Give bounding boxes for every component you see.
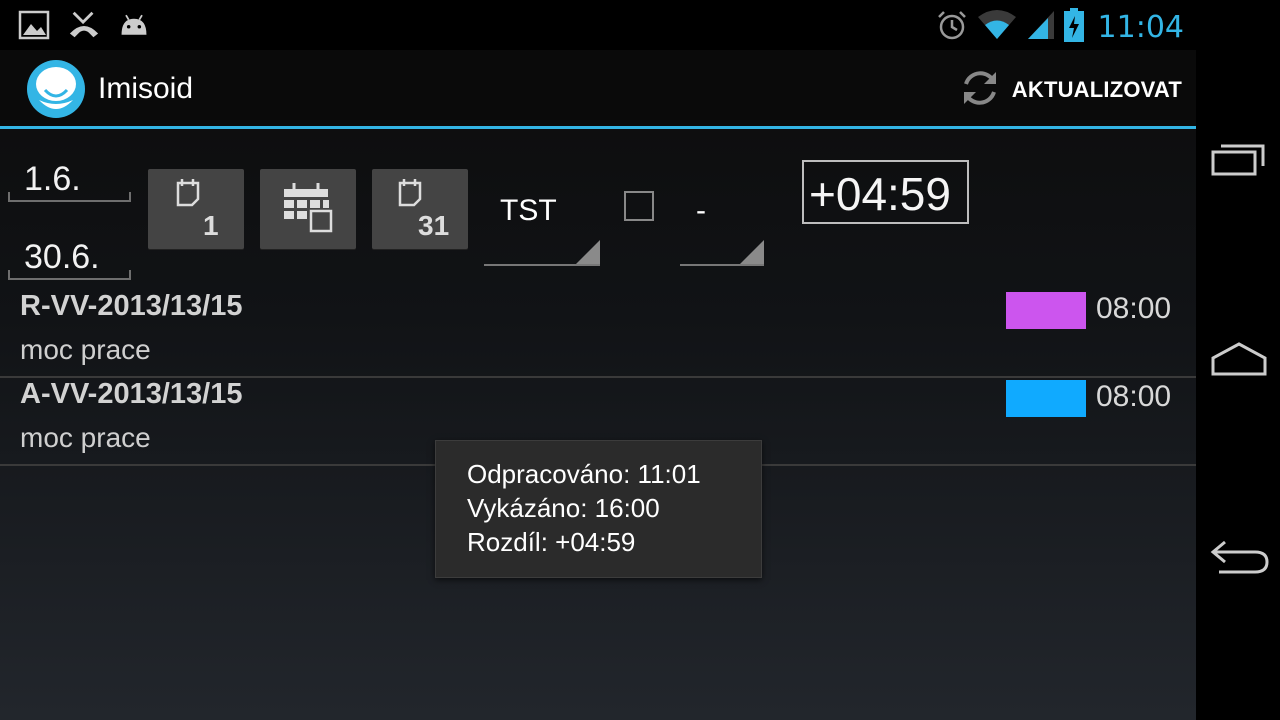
entry-hours: 08:00 <box>1096 380 1172 413</box>
month-button[interactable] <box>260 169 356 249</box>
list-item[interactable]: R-VV-2013/13/15 moc prace 08:00 <box>0 288 1196 378</box>
calendar-day-icon: 1 <box>176 179 219 241</box>
recent-apps-icon <box>1211 144 1265 176</box>
toast-reported: Vykázáno: 16:00 <box>467 493 660 523</box>
difference-value: +04:59 <box>809 168 951 220</box>
spinner-arrow-icon <box>740 240 764 264</box>
refresh-icon <box>958 66 1002 114</box>
second-spinner[interactable]: - <box>680 168 764 266</box>
refresh-button[interactable]: AKTUALIZOVAT <box>958 64 1182 116</box>
home-button[interactable] <box>1206 330 1272 390</box>
spinner-arrow-icon <box>576 240 600 264</box>
status-bar: 11:04 <box>0 0 1196 50</box>
month-end-button[interactable]: 31 <box>372 169 468 249</box>
action-bar: Imisoid AKTUALIZOVAT <box>0 50 1196 126</box>
signal-icon <box>1026 9 1056 45</box>
date-from-text: 1.6. <box>24 160 81 198</box>
date-from-field[interactable]: 1.6. <box>8 160 131 202</box>
wifi-icon <box>976 9 1018 45</box>
day-button[interactable]: 1 <box>148 169 244 249</box>
calendar-month-grid-icon <box>284 183 333 233</box>
difference-box: +04:59 <box>802 160 969 224</box>
back-button[interactable] <box>1206 528 1272 588</box>
action-bar-divider <box>0 126 1196 129</box>
entry-color-swatch <box>1006 380 1086 417</box>
alarm-icon <box>936 9 968 45</box>
entry-code: R-VV-2013/13/15 <box>20 290 243 322</box>
image-icon <box>18 10 50 40</box>
battery-charging-icon <box>1063 8 1084 46</box>
month-end-number: 31 <box>418 210 449 241</box>
home-icon <box>1211 342 1267 376</box>
summary-toast: Odpracováno: 11:01 Vykázáno: 16:00 Rozdí… <box>435 440 762 578</box>
refresh-label: AKTUALIZOVAT <box>1011 77 1182 102</box>
system-icons: 11:04 <box>936 8 1184 46</box>
notification-icons <box>18 10 150 40</box>
date-to-text: 30.6. <box>24 238 100 276</box>
entry-description: moc prace <box>20 422 151 453</box>
entry-description: moc prace <box>20 334 151 365</box>
entry-code: A-VV-2013/13/15 <box>20 378 243 410</box>
toast-worked: Odpracováno: 11:01 <box>467 459 701 489</box>
project-spinner[interactable]: TST <box>484 168 600 266</box>
status-clock: 11:04 <box>1097 9 1184 45</box>
entry-hours: 08:00 <box>1096 292 1172 325</box>
recent-apps-button[interactable] <box>1206 130 1272 190</box>
entry-color-swatch <box>1006 292 1086 329</box>
back-icon <box>1210 540 1269 574</box>
android-debug-icon <box>118 10 150 40</box>
second-spinner-text: - <box>696 194 706 227</box>
navigation-bar <box>1196 0 1280 720</box>
day-number: 1 <box>203 210 219 241</box>
app-logo-icon[interactable] <box>27 60 85 118</box>
app-content: Imisoid AKTUALIZOVAT 1.6. 30.6. 1 31 TST… <box>0 50 1196 720</box>
missed-call-icon <box>68 10 100 40</box>
filter-checkbox[interactable] <box>624 191 654 221</box>
project-spinner-text: TST <box>500 194 557 227</box>
date-to-field[interactable]: 30.6. <box>8 238 131 280</box>
toast-difference: Rozdíl: +04:59 <box>467 527 636 557</box>
app-title: Imisoid <box>98 72 194 105</box>
calendar-month-end-icon: 31 <box>398 179 449 241</box>
